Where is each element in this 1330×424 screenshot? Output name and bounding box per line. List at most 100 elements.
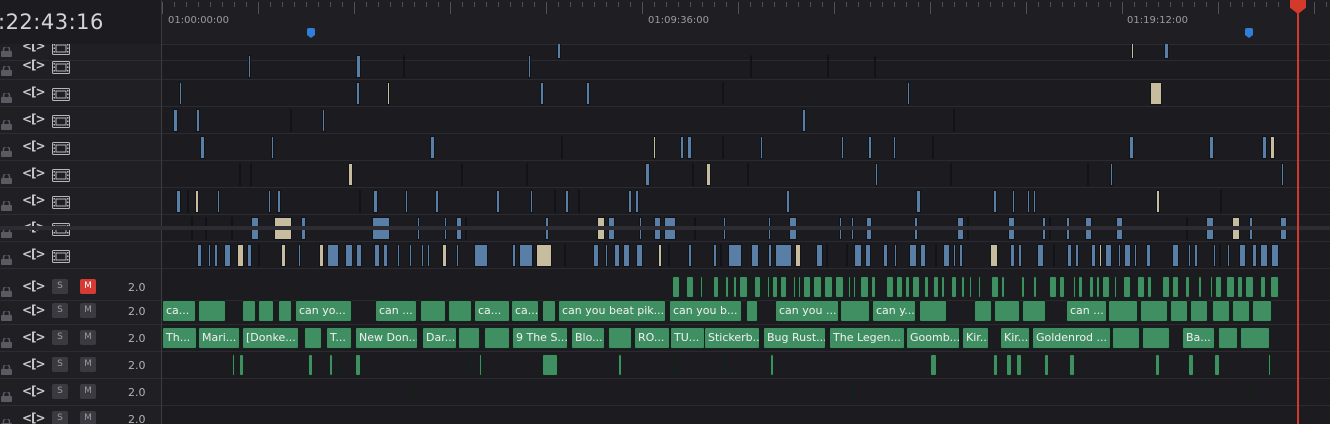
audio-clip[interactable]: [1154, 276, 1156, 298]
video-clip[interactable]: [875, 163, 878, 186]
audio-clip[interactable]: [770, 354, 774, 376]
audio-clip[interactable]: [1270, 276, 1279, 298]
video-clip[interactable]: [593, 244, 599, 267]
audio-clip[interactable]: ca...: [162, 300, 196, 322]
lock-icon[interactable]: [1, 196, 12, 211]
video-track-lane[interactable]: [162, 188, 1330, 215]
audio-clip[interactable]: [1210, 276, 1213, 298]
film-icon[interactable]: [52, 86, 70, 101]
audio-clip[interactable]: Bug Rust....: [763, 327, 826, 349]
audio-clip[interactable]: [1214, 354, 1220, 376]
link-icon[interactable]: <[>: [22, 44, 46, 53]
video-clip[interactable]: [1219, 244, 1221, 267]
video-clip[interactable]: [247, 244, 252, 267]
video-clip[interactable]: [760, 136, 763, 159]
link-icon[interactable]: <[>: [22, 411, 46, 424]
link-icon[interactable]: <[>: [22, 303, 46, 317]
video-clip[interactable]: [277, 190, 281, 213]
audio-clip[interactable]: [951, 276, 957, 298]
lock-icon[interactable]: [1, 61, 12, 76]
video-clip[interactable]: [1087, 163, 1089, 186]
link-icon[interactable]: <[>: [22, 279, 46, 293]
timeline-marker[interactable]: [1245, 28, 1253, 38]
audio-clip[interactable]: [1108, 300, 1138, 322]
lock-icon[interactable]: [1, 250, 12, 265]
mute-button[interactable]: M: [80, 303, 96, 318]
audio-clip[interactable]: [853, 276, 856, 298]
video-clip[interactable]: [1018, 244, 1022, 267]
video-clip[interactable]: [893, 136, 896, 159]
audio-clip[interactable]: [1215, 276, 1222, 298]
audio-clip[interactable]: [813, 276, 822, 298]
video-clip[interactable]: [768, 244, 772, 267]
audio-clip[interactable]: [1218, 327, 1238, 349]
video-clip[interactable]: [950, 163, 952, 186]
video-clip[interactable]: [496, 190, 500, 213]
video-clip[interactable]: [239, 163, 241, 186]
audio-clip[interactable]: [1226, 276, 1235, 298]
link-icon[interactable]: <[>: [22, 384, 46, 398]
audio-clip[interactable]: Blo...: [571, 327, 605, 349]
audio-clip[interactable]: Kir...: [962, 327, 989, 349]
audio-clip[interactable]: [1188, 354, 1194, 376]
video-clip[interactable]: [953, 244, 956, 267]
lock-icon[interactable]: [1, 142, 12, 157]
video-clip[interactable]: [409, 244, 412, 267]
video-clip[interactable]: [1164, 44, 1169, 59]
video-clip[interactable]: [373, 190, 378, 213]
audio-clip[interactable]: [1089, 276, 1094, 298]
audio-clip[interactable]: [1252, 300, 1272, 322]
video-track-lane[interactable]: [162, 134, 1330, 161]
audio-clip[interactable]: [780, 276, 787, 298]
video-clip[interactable]: [750, 55, 752, 78]
audio-clip[interactable]: [1123, 276, 1131, 298]
video-clip[interactable]: [943, 244, 950, 267]
video-clip[interactable]: [359, 190, 361, 213]
video-clip[interactable]: [197, 244, 202, 267]
audio-clip[interactable]: [930, 354, 937, 376]
solo-button[interactable]: S: [52, 279, 68, 294]
audio-clip[interactable]: [840, 300, 870, 322]
video-clip[interactable]: [435, 190, 439, 213]
audio-clip[interactable]: [198, 300, 226, 322]
video-clip[interactable]: [680, 136, 684, 159]
timeline-marker[interactable]: [307, 28, 315, 38]
solo-button[interactable]: S: [52, 357, 68, 372]
video-clip[interactable]: [959, 244, 963, 267]
audio-clip[interactable]: [1026, 354, 1028, 376]
link-icon[interactable]: <[>: [22, 112, 46, 126]
audio-clip[interactable]: [1114, 276, 1117, 298]
link-icon[interactable]: <[>: [22, 139, 46, 153]
link-icon[interactable]: <[>: [22, 166, 46, 180]
audio-clip[interactable]: [994, 300, 1020, 322]
video-clip[interactable]: [442, 244, 447, 267]
audio-clip[interactable]: TU...: [670, 327, 705, 349]
video-clip[interactable]: [173, 109, 178, 132]
audio-clip[interactable]: [933, 276, 939, 298]
video-clip[interactable]: [528, 55, 531, 78]
video-clip[interactable]: [1281, 163, 1284, 186]
video-clip[interactable]: [751, 244, 759, 267]
video-clip[interactable]: [932, 136, 934, 159]
video-clip[interactable]: [747, 163, 749, 186]
video-clip[interactable]: [854, 244, 862, 267]
video-clip[interactable]: [397, 244, 400, 267]
mute-button[interactable]: M: [80, 279, 96, 294]
playhead[interactable]: [1297, 0, 1299, 424]
audio-clip[interactable]: [803, 276, 811, 298]
video-clip[interactable]: [578, 190, 580, 213]
video-clip[interactable]: [1033, 190, 1036, 213]
video-clip[interactable]: [1260, 244, 1268, 267]
video-clip[interactable]: [722, 136, 724, 159]
audio-clip[interactable]: [1078, 276, 1083, 298]
video-clip[interactable]: [786, 190, 790, 213]
audio-clip[interactable]: [835, 276, 844, 298]
timeline-ruler[interactable]: 01:00:00:00 01:09:36:00 01:19:12:00: [162, 0, 1330, 45]
audio-clip[interactable]: [542, 354, 558, 376]
film-icon[interactable]: [52, 113, 70, 128]
video-clip[interactable]: [706, 163, 711, 186]
video-clip[interactable]: [586, 82, 590, 105]
video-clip[interactable]: [224, 244, 231, 267]
video-clip[interactable]: [722, 82, 724, 105]
video-clip[interactable]: [1146, 244, 1151, 267]
